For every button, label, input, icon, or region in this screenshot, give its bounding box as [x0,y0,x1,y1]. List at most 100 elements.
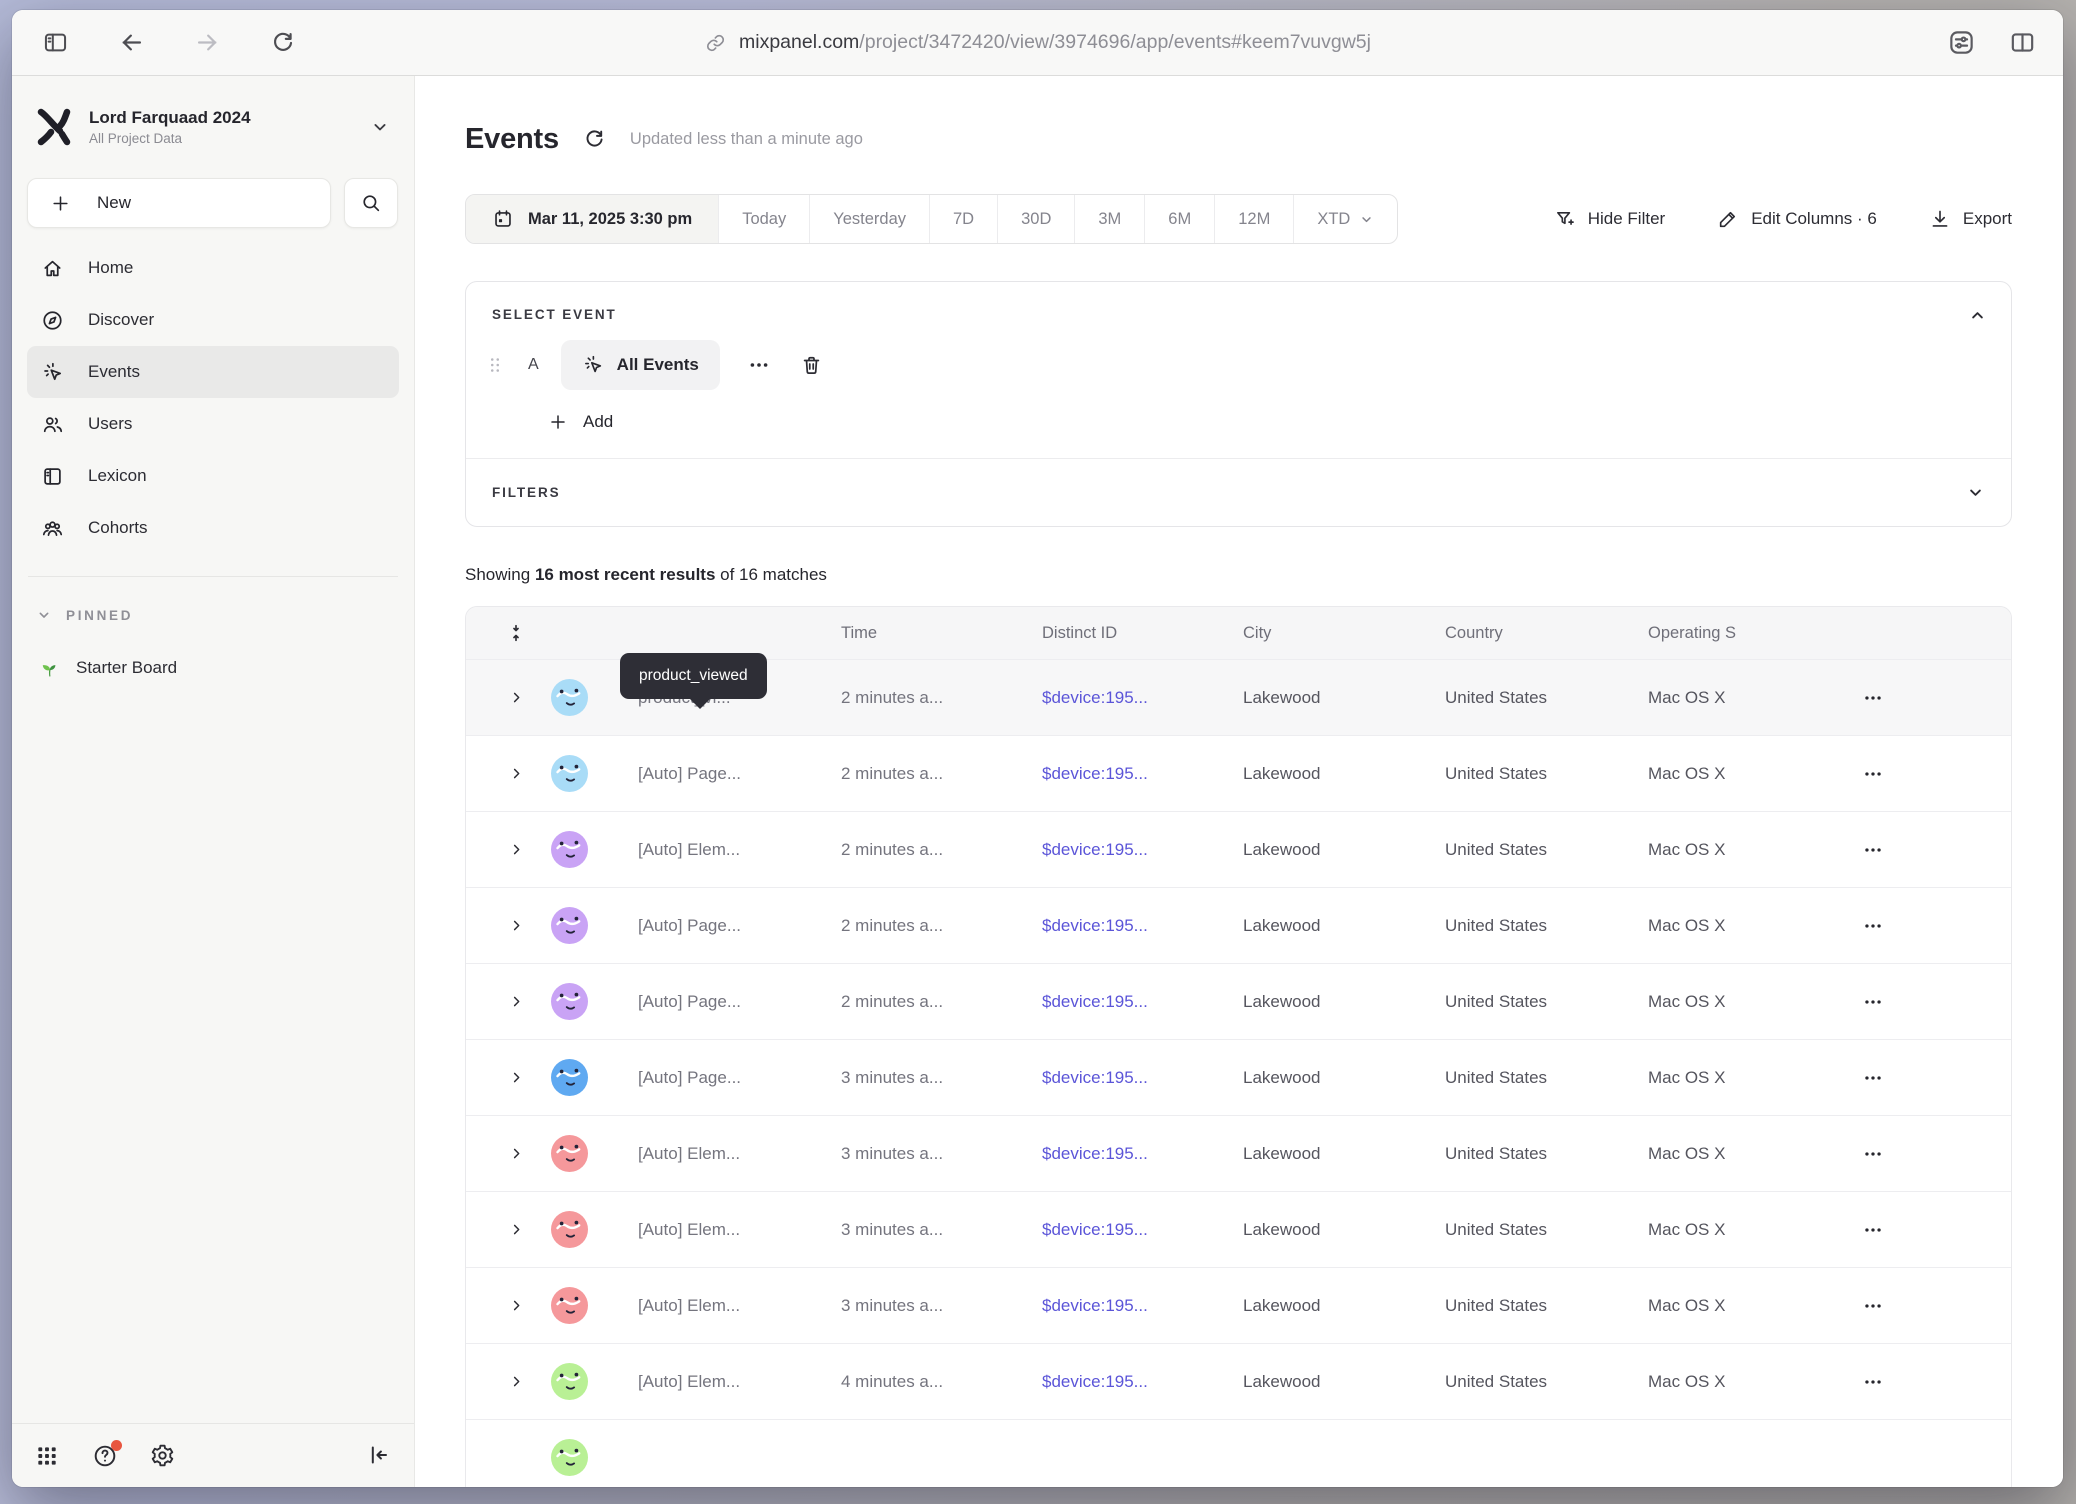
add-event-button[interactable]: Add [466,390,2011,458]
collapse-section-icon[interactable] [1968,306,1987,325]
edit-columns-button[interactable]: Edit Columns · 6 [1717,208,1877,230]
table-row[interactable]: [Auto] Page... 2 minutes a... $device:19… [466,887,2011,963]
more-options-icon[interactable] [747,353,771,377]
sidebar-item-home[interactable]: Home [27,242,399,294]
row-more-button[interactable] [1862,991,2011,1013]
preset-7d[interactable]: 7D [929,195,997,243]
preset-3m[interactable]: 3M [1074,195,1144,243]
distinct-id-link[interactable]: $device:195... [1042,1068,1243,1088]
table-row[interactable]: [Auto] Elem... 2 minutes a... $device:19… [466,811,2011,887]
pinned-item-label: Starter Board [76,658,177,678]
table-row[interactable]: [Auto] Page... 2 minutes a... $device:19… [466,735,2011,811]
table-row[interactable] [466,1419,2011,1487]
expand-row-chevron-icon[interactable] [492,1374,540,1389]
distinct-id-link[interactable]: $device:195... [1042,1372,1243,1392]
sidebar-item-events[interactable]: Events [27,346,399,398]
event-pill-label: All Events [617,355,699,375]
date-range-selected[interactable]: Mar 11, 2025 3:30 pm [466,195,718,243]
export-button[interactable]: Export [1929,208,2012,230]
row-more-button[interactable] [1862,1295,2011,1317]
row-more-button[interactable] [1862,915,2011,937]
search-button[interactable] [344,178,398,228]
table-row[interactable]: [Auto] Page... 3 minutes a... $device:19… [466,1039,2011,1115]
distinct-id-link[interactable]: $device:195... [1042,688,1243,708]
row-more-button[interactable] [1862,1219,2011,1241]
collapse-sidebar-icon[interactable] [366,1443,392,1469]
distinct-id-link[interactable]: $device:195... [1042,840,1243,860]
table-row[interactable]: [Auto] Elem... 3 minutes a... $device:19… [466,1191,2011,1267]
row-more-button[interactable] [1862,763,2011,785]
table-row[interactable]: [Auto] Elem... 3 minutes a... $device:19… [466,1267,2011,1343]
event-selector-pill[interactable]: All Events [561,340,720,390]
expand-row-chevron-icon[interactable] [492,1146,540,1161]
pinned-section-header[interactable]: PINNED [12,577,414,623]
filters-section-header[interactable]: FILTERS [466,459,2011,526]
expand-row-chevron-icon[interactable] [492,994,540,1009]
preset-today[interactable]: Today [718,195,809,243]
event-name: [Auto] Elem... [600,1220,841,1240]
distinct-id-link[interactable]: $device:195... [1042,1144,1243,1164]
pinned-item-starter-board[interactable]: Starter Board [12,623,414,679]
preset-30d[interactable]: 30D [997,195,1074,243]
row-more-button[interactable] [1862,1143,2011,1165]
expand-row-chevron-icon[interactable] [492,1298,540,1313]
table-row[interactable]: [Auto] Page... 2 minutes a... $device:19… [466,963,2011,1039]
project-scope: All Project Data [89,131,355,146]
reload-icon[interactable] [266,26,300,60]
expand-row-chevron-icon[interactable] [492,766,540,781]
project-switcher[interactable]: Lord Farquaad 2024 All Project Data [12,76,414,148]
page-settings-icon[interactable] [1947,28,1976,57]
row-more-button[interactable] [1862,1371,2011,1393]
distinct-id-link[interactable]: $device:195... [1042,764,1243,784]
expand-row-chevron-icon[interactable] [492,1070,540,1085]
os-value: Mac OS X [1648,764,1862,784]
sidebar-item-cohorts[interactable]: Cohorts [27,502,399,554]
distinct-id-link[interactable]: $device:195... [1042,1220,1243,1240]
preset-12m[interactable]: 12M [1214,195,1293,243]
row-more-button[interactable] [1862,1067,2011,1089]
city-value: Lakewood [1243,916,1445,936]
preset-6m[interactable]: 6M [1144,195,1214,243]
column-header-country[interactable]: Country [1445,624,1648,643]
expand-row-chevron-icon[interactable] [492,918,540,933]
country-value: United States [1445,1296,1648,1316]
table-row[interactable]: [Auto] Elem... 4 minutes a... $device:19… [466,1343,2011,1419]
expand-row-chevron-icon[interactable] [492,690,540,705]
expand-row-chevron-icon[interactable] [492,1222,540,1237]
chevron-down-icon [36,607,52,623]
sidebar-toggle-icon[interactable] [38,26,72,60]
column-header-os[interactable]: Operating S [1648,624,1862,643]
column-header-distinct-id[interactable]: Distinct ID [1042,624,1243,643]
column-header-city[interactable]: City [1243,624,1445,643]
distinct-id-link[interactable]: $device:195... [1042,1296,1243,1316]
country-value: United States [1445,1372,1648,1392]
collapse-all-rows-button[interactable] [492,623,540,643]
new-button[interactable]: New [27,178,331,228]
apps-grid-icon[interactable] [34,1443,60,1469]
preset-yesterday[interactable]: Yesterday [809,195,929,243]
row-more-button[interactable] [1862,839,2011,861]
export-label: Export [1963,209,2012,229]
sidebar-item-discover[interactable]: Discover [27,294,399,346]
address-bar[interactable]: mixpanel.com/project/3472420/view/397469… [704,31,1371,54]
preset-xtd[interactable]: XTD [1293,195,1397,243]
settings-gear-icon[interactable] [150,1443,176,1469]
back-icon[interactable] [114,26,148,60]
city-value: Lakewood [1243,992,1445,1012]
refresh-icon[interactable] [583,128,606,151]
hide-filter-button[interactable]: Hide Filter [1554,208,1665,230]
table-row[interactable]: [Auto] Elem... 3 minutes a... $device:19… [466,1115,2011,1191]
sidebar-item-lexicon[interactable]: Lexicon [27,450,399,502]
column-header-time[interactable]: Time [841,624,1042,643]
sidebar-item-users[interactable]: Users [27,398,399,450]
add-label: Add [583,412,613,432]
help-icon[interactable] [92,1443,118,1469]
trash-icon[interactable] [800,354,823,377]
split-view-icon[interactable] [2008,28,2037,57]
pencil-icon [1717,208,1739,230]
row-more-button[interactable] [1862,687,2011,709]
expand-row-chevron-icon[interactable] [492,842,540,857]
drag-handle-icon[interactable] [484,354,506,376]
distinct-id-link[interactable]: $device:195... [1042,916,1243,936]
distinct-id-link[interactable]: $device:195... [1042,992,1243,1012]
